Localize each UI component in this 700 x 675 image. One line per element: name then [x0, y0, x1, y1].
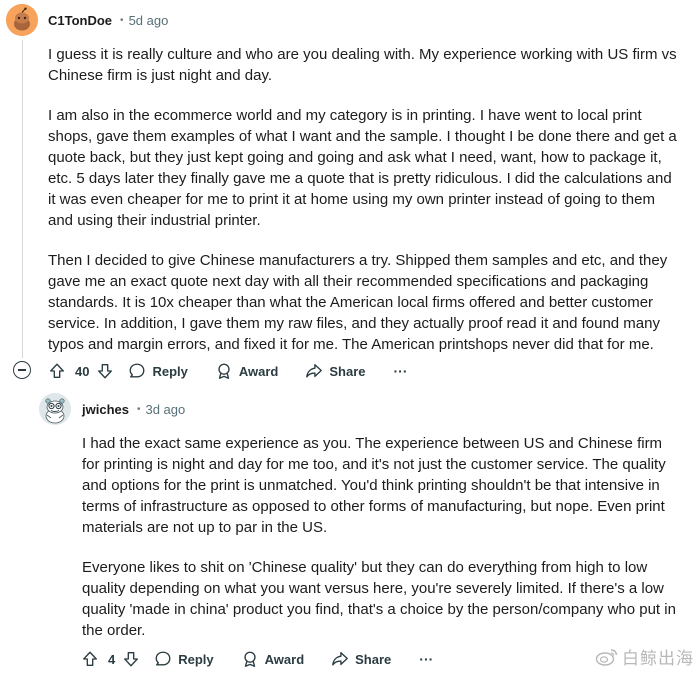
snoo-avatar-icon: [39, 393, 71, 425]
comment-bubble-icon: [130, 363, 145, 378]
downvote-arrow-icon: [98, 364, 113, 379]
more-options-button[interactable]: ···: [394, 363, 408, 379]
award-label: Award: [238, 363, 279, 379]
reply-label: Reply: [152, 363, 188, 379]
award-icon: [244, 651, 256, 667]
timestamp[interactable]: 5d ago: [129, 13, 169, 28]
minus-icon: [18, 369, 26, 371]
reply-label: Reply: [178, 651, 214, 667]
downvote-arrow-icon: [124, 652, 139, 667]
comment-paragraph: I guess it is really culture and who are…: [48, 46, 677, 84]
comment-actions: 4 Reply Award Share ···: [81, 647, 433, 671]
comment-thread: C1TonDoe • 5d ago I guess it is really c…: [0, 0, 700, 675]
upvote-button[interactable]: [48, 362, 66, 380]
upvote-arrow-icon: [50, 363, 64, 378]
comment-bubble-icon: [155, 651, 171, 666]
thread-line[interactable]: [22, 40, 23, 358]
collapse-thread-button[interactable]: [13, 361, 31, 379]
comment-body: I had the exact same experience as you. …: [82, 433, 678, 641]
downvote-button[interactable]: [96, 362, 114, 380]
award-icon: [218, 363, 230, 379]
vote-count: 4: [108, 651, 116, 667]
share-button[interactable]: Share: [305, 362, 366, 380]
share-button[interactable]: Share: [331, 650, 391, 668]
reply-button[interactable]: Reply: [154, 650, 214, 668]
share-arrow-icon: [332, 652, 349, 666]
watermark: 白鲸出海: [595, 644, 694, 669]
share-arrow-icon: [306, 364, 323, 378]
reply-button[interactable]: Reply: [128, 362, 188, 380]
separator-dot: •: [120, 14, 124, 26]
comment-paragraph: Everyone likes to shit on 'Chinese quali…: [82, 559, 676, 639]
share-label: Share: [355, 651, 392, 667]
downvote-button[interactable]: [122, 650, 140, 668]
watermark-text: 白鲸出海: [622, 649, 694, 669]
user-avatar[interactable]: [39, 393, 71, 425]
timestamp[interactable]: 3d ago: [145, 402, 185, 417]
username[interactable]: C1TonDoe: [48, 13, 112, 28]
comment-paragraph: Then I decided to give Chinese manufactu…: [48, 252, 668, 353]
award-button[interactable]: Award: [241, 650, 305, 668]
comment-header: C1TonDoe • 5d ago: [48, 9, 168, 31]
comment-paragraph: I had the exact same experience as you. …: [82, 435, 666, 536]
user-avatar[interactable]: [6, 4, 38, 36]
snoo-avatar-icon: [6, 4, 38, 36]
award-button[interactable]: Award: [215, 362, 279, 380]
comment-header: jwiches • 3d ago: [82, 398, 185, 420]
more-options-icon: ···: [419, 651, 434, 667]
upvote-button[interactable]: [81, 650, 99, 668]
more-options-button[interactable]: ···: [419, 651, 433, 667]
username[interactable]: jwiches: [82, 402, 129, 417]
vote-count: 40: [75, 363, 90, 379]
upvote-arrow-icon: [83, 651, 97, 666]
comment-actions: 40 Reply Award Share ···: [48, 359, 408, 383]
more-options-icon: ···: [393, 363, 408, 379]
share-label: Share: [329, 363, 366, 379]
weibo-logo-icon: [595, 648, 618, 666]
comment-body: I guess it is really culture and who are…: [48, 44, 678, 355]
comment-paragraph: I am also in the ecommerce world and my …: [48, 107, 677, 229]
separator-dot: •: [136, 403, 141, 415]
award-label: Award: [264, 651, 305, 667]
